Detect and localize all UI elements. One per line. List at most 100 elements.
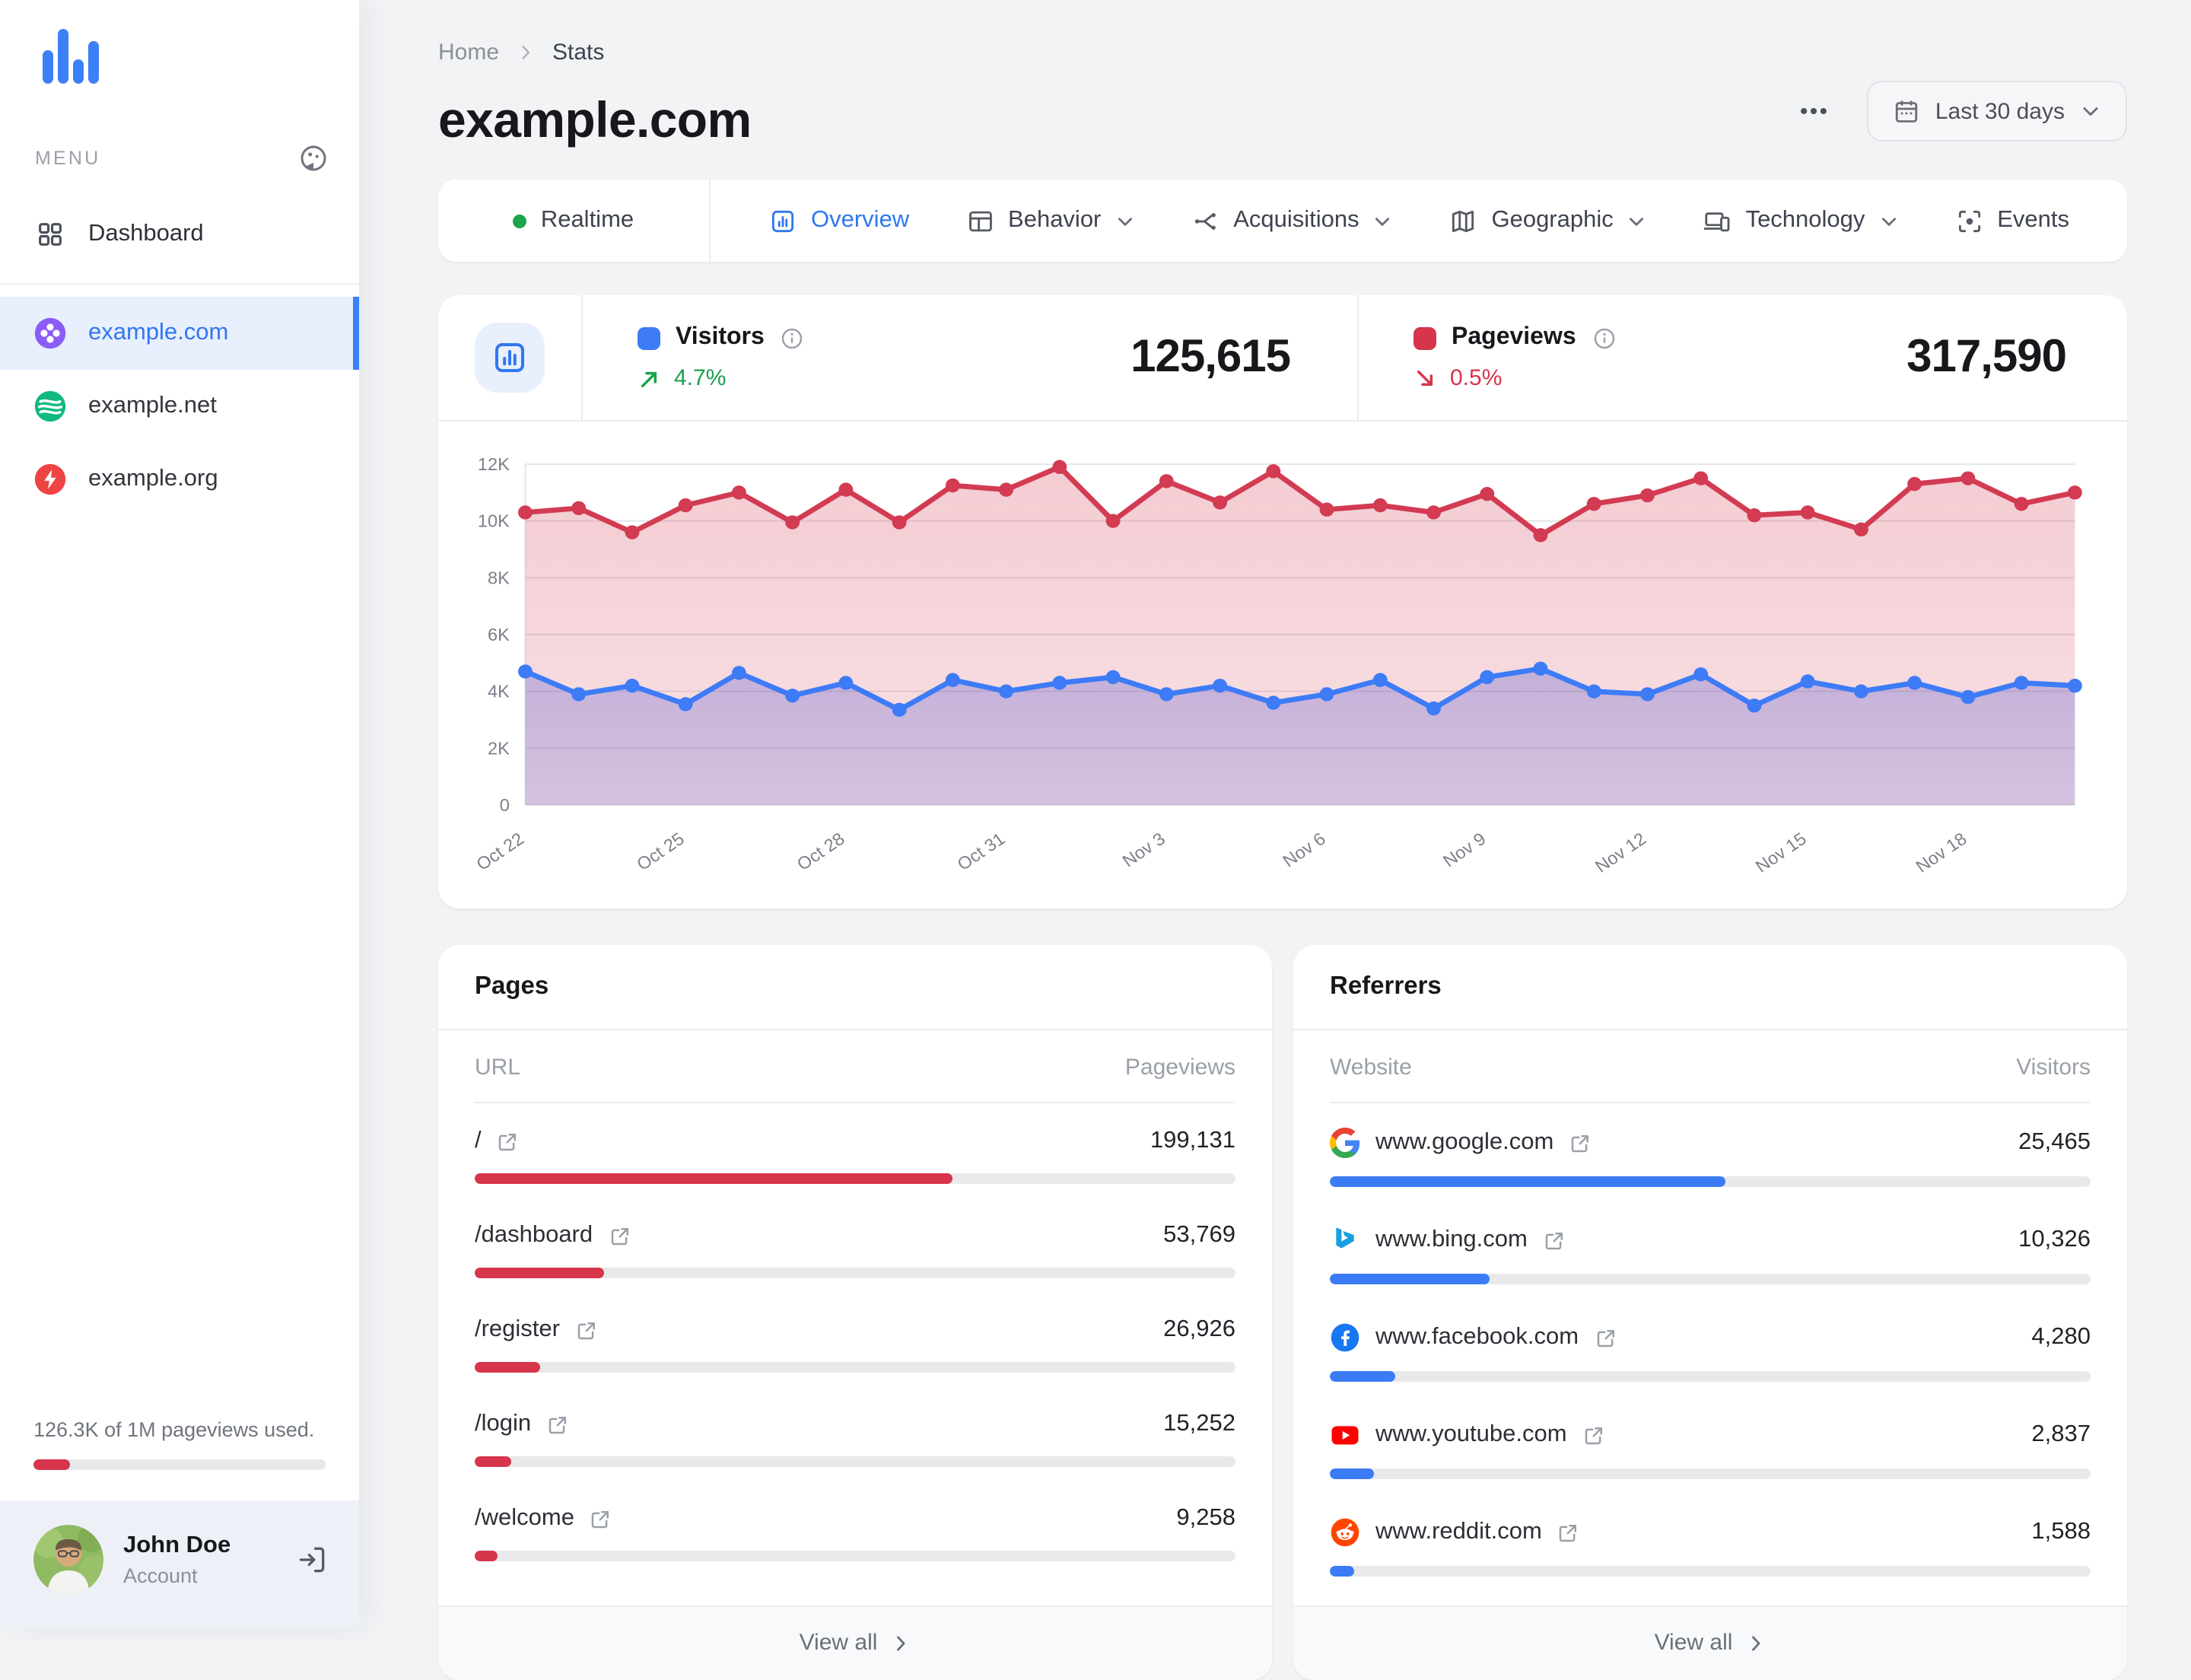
trend-up-icon	[641, 371, 657, 387]
row-link[interactable]: /welcome	[475, 1505, 612, 1532]
visitors-stat: Visitors 4.7% 125,615	[583, 324, 1357, 391]
tab-geographic[interactable]: Geographic	[1448, 206, 1646, 235]
technology-icon	[1703, 206, 1732, 235]
tab-label: Overview	[811, 207, 910, 233]
sidebar-item-example.com[interactable]: example.com	[0, 297, 359, 370]
svg-text:6K: 6K	[488, 625, 510, 644]
row-progressbar	[1330, 1371, 2091, 1382]
external-link-icon[interactable]	[497, 1130, 520, 1153]
tab-label: Technology	[1745, 207, 1865, 233]
events-icon	[1954, 206, 1983, 235]
external-link-icon[interactable]	[1594, 1326, 1617, 1349]
row-progressbar	[475, 1551, 1235, 1561]
external-link-icon[interactable]	[1569, 1131, 1592, 1154]
account-panel[interactable]: John Doe Account	[0, 1500, 359, 1628]
tab-behavior[interactable]: Behavior	[965, 206, 1134, 235]
row-link[interactable]: /	[475, 1128, 520, 1155]
row-link[interactable]: /login	[475, 1411, 569, 1438]
table-row: /register 26,926	[475, 1295, 1235, 1389]
tab-acquisitions[interactable]: Acquisitions	[1191, 206, 1392, 235]
row-progressbar	[475, 1362, 1235, 1373]
waves-site-icon	[33, 390, 67, 423]
tab-overview[interactable]: Overview	[768, 206, 909, 235]
tab-events[interactable]: Events	[1954, 206, 2069, 235]
row-progress-fill	[475, 1551, 497, 1561]
chevron-right-icon	[1751, 1635, 1760, 1650]
date-range-label: Last 30 days	[1935, 98, 2065, 124]
row-link[interactable]: www.bing.com	[1330, 1225, 1566, 1255]
sidebar: MENU Dashboard example.com example.net e…	[0, 0, 359, 1628]
row-progress-fill	[1330, 1176, 1725, 1187]
breadcrumb-home[interactable]: Home	[438, 40, 499, 65]
analytics-app: MENU Dashboard example.com example.net e…	[0, 0, 2191, 1680]
chart-card-icon	[475, 323, 545, 393]
table-row: www.youtube.com 2,837	[1330, 1398, 2091, 1496]
theme-icon[interactable]	[298, 143, 329, 173]
row-link[interactable]: /dashboard	[475, 1222, 631, 1249]
logout-icon[interactable]	[295, 1543, 329, 1577]
overview-card: Visitors 4.7% 125,615 Pageviews 0.5% 317…	[438, 295, 2127, 908]
table-row: /dashboard 53,769	[475, 1201, 1235, 1295]
tab-label: Realtime	[540, 207, 634, 233]
bing-favicon	[1330, 1225, 1360, 1255]
external-link-icon[interactable]	[575, 1319, 598, 1341]
table-row: www.google.com 25,465	[1330, 1106, 2091, 1204]
external-link-icon[interactable]	[1543, 1229, 1566, 1252]
chevron-down-icon	[1627, 211, 1647, 231]
svg-text:0: 0	[500, 795, 510, 815]
tab-technology[interactable]: Technology	[1703, 206, 1899, 235]
table-row: www.reddit.com 1,588	[1330, 1496, 2091, 1593]
referrers-view-all-button[interactable]: View all	[1293, 1605, 2127, 1680]
svg-text:Nov 6: Nov 6	[1279, 829, 1329, 870]
behavior-icon	[965, 206, 994, 235]
row-link[interactable]: www.youtube.com	[1330, 1420, 1605, 1450]
external-link-icon[interactable]	[1557, 1521, 1580, 1544]
row-label: www.bing.com	[1375, 1227, 1528, 1252]
row-progressbar	[475, 1456, 1235, 1467]
traffic-chart[interactable]: 0 2K 4K 6K 8K 10K 12K Oct 22 Oct 25 Oct 28 Oct 31 N…	[438, 422, 2127, 908]
svg-text:Nov 12: Nov 12	[1592, 829, 1649, 877]
pages-view-all-button[interactable]: View all	[438, 1605, 1272, 1680]
breadcrumb: Home Stats	[438, 40, 2127, 65]
visitors-label: Visitors	[676, 324, 765, 350]
info-icon[interactable]	[1592, 325, 1617, 351]
row-progressbar	[1330, 1566, 2091, 1577]
external-link-icon[interactable]	[590, 1507, 612, 1530]
breadcrumb-current: Stats	[552, 40, 605, 65]
visitors-value: 125,615	[1130, 332, 1291, 382]
sidebar-item-example.net[interactable]: example.net	[0, 370, 359, 443]
external-link-icon[interactable]	[1582, 1424, 1605, 1446]
row-progressbar	[1330, 1176, 2091, 1187]
geographic-icon	[1448, 206, 1477, 235]
row-link[interactable]: www.google.com	[1330, 1128, 1592, 1158]
tab-realtime[interactable]: Realtime	[438, 180, 711, 262]
sidebar-item-dashboard[interactable]: Dashboard	[35, 213, 329, 283]
trend-down-icon	[1417, 369, 1433, 386]
chevron-right-icon	[896, 1635, 905, 1650]
referrers-card: Referrers Website Visitors www.google.co…	[1293, 945, 2127, 1680]
svg-text:Nov 3: Nov 3	[1119, 829, 1169, 870]
date-range-button[interactable]: Last 30 days	[1866, 81, 2127, 142]
sidebar-item-example.org[interactable]: example.org	[0, 443, 359, 516]
row-label: /dashboard	[475, 1222, 593, 1248]
calendar-icon	[1893, 97, 1920, 125]
column-header-website: Website	[1330, 1055, 1412, 1080]
chevron-down-icon	[1115, 211, 1134, 231]
row-progress-fill	[475, 1456, 511, 1467]
external-link-icon[interactable]	[546, 1413, 569, 1436]
realtime-dot-icon	[513, 214, 527, 228]
usage-text: 126.3K of 1M pageviews used.	[33, 1418, 315, 1441]
row-link[interactable]: www.reddit.com	[1330, 1517, 1580, 1548]
more-options-icon[interactable]	[1797, 94, 1830, 128]
info-icon[interactable]	[780, 325, 806, 351]
usage-progress-fill	[33, 1459, 71, 1470]
youtube-favicon	[1330, 1420, 1360, 1450]
referrers-card-title: Referrers	[1293, 945, 2127, 1030]
menu-section-label: MENU	[35, 148, 101, 169]
external-link-icon[interactable]	[608, 1224, 631, 1247]
site-name: example.net	[88, 393, 217, 418]
row-link[interactable]: www.facebook.com	[1330, 1322, 1617, 1353]
usage-progressbar	[33, 1459, 326, 1470]
row-value: 4,280	[2031, 1324, 2091, 1350]
row-link[interactable]: /register	[475, 1316, 598, 1344]
